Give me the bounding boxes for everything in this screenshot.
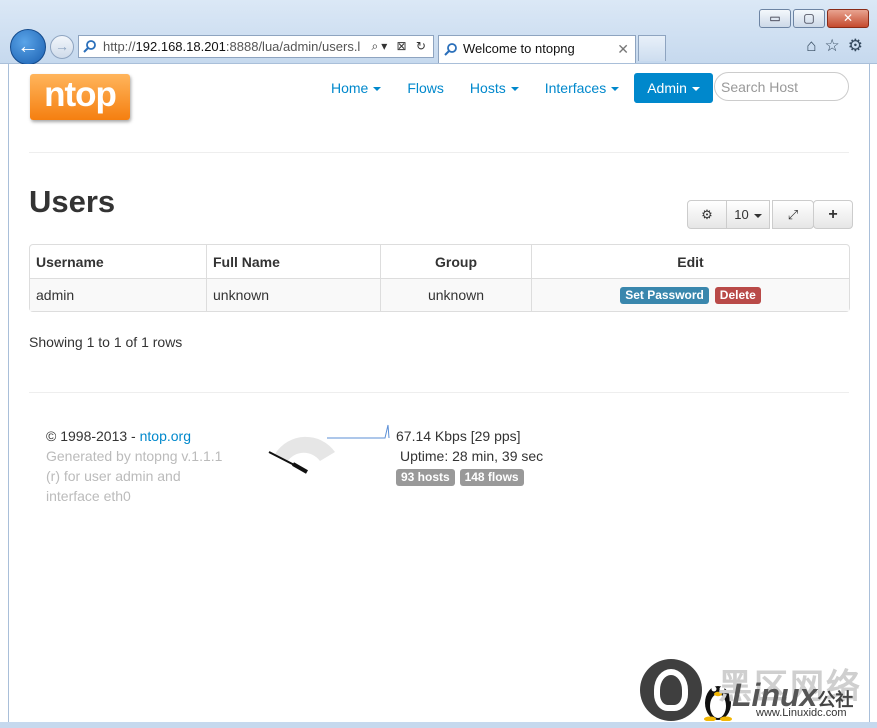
star-icon[interactable]: ☆: [825, 36, 840, 56]
close-window-button[interactable]: ✕: [827, 9, 869, 28]
caret-down-icon: [611, 87, 620, 92]
caret-down-icon: [373, 87, 382, 92]
traffic-stats: 67.14 Kbps [29 pps] Uptime: 28 min, 39 s…: [396, 426, 543, 486]
page-viewport: ntop Home Flows Hosts Interfaces Admin U…: [8, 64, 870, 722]
minimize-button[interactable]: ▭: [759, 9, 791, 28]
expand-icon: ⤢: [787, 207, 799, 222]
home-icon[interactable]: ⌂: [806, 36, 816, 56]
new-tab-button[interactable]: [638, 35, 666, 61]
table-toolbar: ⚙ 10 ⤢ +: [687, 200, 853, 229]
maximize-button[interactable]: ▢: [793, 9, 825, 28]
expand-button[interactable]: ⤢: [772, 200, 814, 229]
ntop-link[interactable]: ntop.org: [140, 428, 191, 444]
header-divider: [29, 152, 849, 153]
pagination-info: Showing 1 to 1 of 1 rows: [29, 334, 183, 350]
address-path: :8888/lua/admin/users.l: [225, 39, 361, 54]
column-header-edit[interactable]: Edit: [531, 245, 849, 278]
nav-flows[interactable]: Flows: [394, 73, 457, 103]
cell-full-name: unknown: [206, 278, 380, 311]
column-header-username[interactable]: Username: [30, 245, 206, 278]
watermark-logo-icon: [640, 659, 702, 721]
address-bar[interactable]: http://192.168.18.201:8888/lua/admin/use…: [78, 35, 434, 58]
throughput-text: 67.14 Kbps [29 pps]: [396, 428, 521, 444]
main-nav: Home Flows Hosts Interfaces Admin: [318, 73, 713, 103]
generated-by-text: Generated by ntopng v.1.1.1 (r) for user…: [46, 448, 223, 504]
address-host: 192.168.18.201: [135, 39, 226, 54]
users-table: Username Full Name Group Edit admin unkn…: [29, 244, 850, 312]
cell-group: unknown: [380, 278, 531, 311]
address-tools[interactable]: ⌕▾ ⊠ ↻: [369, 36, 429, 57]
page-size-dropdown[interactable]: 10: [726, 200, 770, 229]
nav-home[interactable]: Home: [318, 73, 394, 103]
back-button[interactable]: ←: [10, 29, 46, 65]
plus-icon: +: [828, 206, 838, 223]
watermark-site-text: www.Linuxidc.com: [756, 707, 847, 719]
nav-home-label: Home: [331, 80, 369, 96]
browser-toolbar: ⌂ ☆ ⚙: [806, 36, 863, 56]
flows-badge[interactable]: 148 flows: [459, 469, 524, 486]
settings-button[interactable]: ⚙: [687, 200, 727, 229]
delete-user-button[interactable]: Delete: [714, 287, 761, 304]
tab-close-icon[interactable]: ✕: [617, 36, 629, 62]
search-icon: [83, 40, 96, 53]
watermark: 黑区网络 Linux公社 www.Linuxidc.com: [640, 657, 870, 722]
nav-hosts[interactable]: Hosts: [457, 73, 532, 103]
uptime-text: Uptime: 28 min, 39 sec: [400, 448, 544, 464]
column-header-full-name[interactable]: Full Name: [206, 245, 380, 278]
copyright-text: © 1998-2013 -: [46, 428, 140, 444]
add-user-button[interactable]: +: [813, 200, 853, 229]
window-frame-bottom: [0, 722, 877, 728]
set-password-button[interactable]: Set Password: [620, 287, 709, 304]
nav-admin-label: Admin: [647, 80, 687, 96]
footer-divider: [29, 392, 849, 393]
nav-flows-label: Flows: [407, 80, 444, 96]
throughput-sparkline: [327, 424, 390, 439]
forward-arrow-icon: →: [55, 38, 69, 54]
cell-edit: Set Password Delete: [531, 278, 849, 311]
hosts-badge[interactable]: 93 hosts: [396, 469, 455, 486]
back-arrow-icon: ←: [17, 33, 39, 58]
caret-down-icon: [753, 213, 762, 218]
search-host-input[interactable]: [714, 72, 849, 101]
footer-info: © 1998-2013 - ntop.org Generated by ntop…: [46, 426, 226, 506]
tab-title: Welcome to ntopng: [463, 41, 575, 56]
caret-down-icon: [510, 87, 519, 92]
table-header-row: Username Full Name Group Edit: [30, 245, 849, 278]
nav-hosts-label: Hosts: [469, 80, 506, 96]
ntop-logo[interactable]: ntop: [30, 74, 130, 120]
gear-icon: ⚙: [701, 207, 713, 222]
caret-down-icon: [691, 87, 700, 92]
page-size-value: 10: [734, 207, 749, 222]
nav-admin[interactable]: Admin: [634, 73, 713, 103]
nav-interfaces[interactable]: Interfaces: [532, 73, 632, 103]
search-icon: [444, 43, 457, 56]
nav-interfaces-label: Interfaces: [544, 80, 607, 96]
page-title: Users: [29, 184, 116, 219]
window-controls: ▭ ▢ ✕: [759, 9, 869, 28]
cell-username: admin: [30, 278, 206, 311]
column-header-group[interactable]: Group: [380, 245, 531, 278]
browser-tab[interactable]: Welcome to ntopng ✕: [438, 35, 636, 63]
browser-chrome: ▭ ▢ ✕ ← → http://192.168.18.201:8888/lua…: [0, 0, 877, 65]
gear-icon[interactable]: ⚙: [848, 36, 863, 56]
forward-button[interactable]: →: [50, 35, 74, 59]
table-row: admin unknown unknown Set Password Delet…: [30, 278, 849, 311]
stats-badges: 93 hosts 148 flows: [396, 466, 543, 486]
address-prefix: http://: [103, 39, 136, 54]
